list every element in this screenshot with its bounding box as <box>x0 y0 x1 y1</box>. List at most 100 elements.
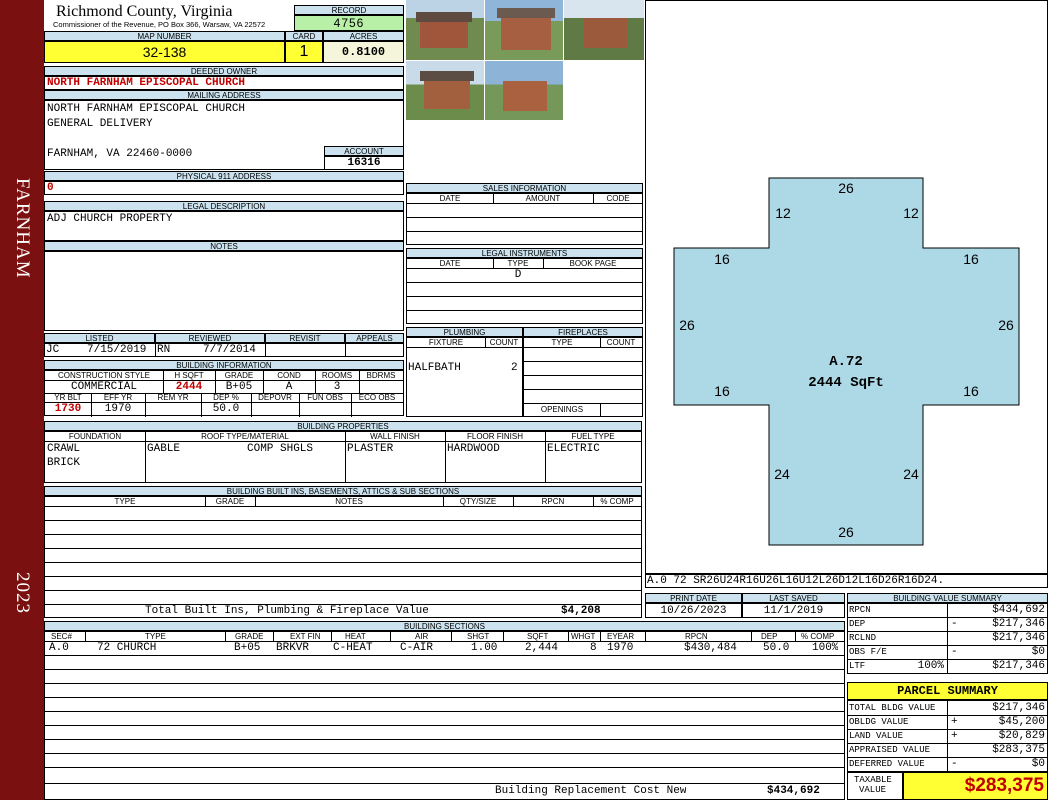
sec-air-header: AIR <box>415 632 429 641</box>
building-sketch: 26 12 12 16 16 26 26 16 16 24 24 26 A.72… <box>645 0 1048 574</box>
construction-style-value: COMMERCIAL <box>70 381 137 393</box>
acres-value: 0.8100 <box>323 41 404 63</box>
ecoobs-header: ECO OBS <box>358 393 396 402</box>
dim-bottom: 26 <box>838 524 854 540</box>
grade-value: B+05 <box>225 381 253 393</box>
builtins-label: BUILDING BUILT INS, BASEMENTS, ATTICS & … <box>44 486 642 496</box>
openings-label: OPENINGS <box>540 405 584 414</box>
taxable-label-1: TAXABLE <box>854 775 892 785</box>
parcel-summary-title: PARCEL SUMMARY <box>847 682 1048 700</box>
church-photo-4 <box>406 61 484 120</box>
builtins-notes-header: NOTES <box>335 497 363 506</box>
cond-header: COND <box>277 371 301 380</box>
sec-sqft-header: SQFT <box>527 632 549 641</box>
legal-description-value: ADJ CHURCH PROPERTY <box>44 211 404 241</box>
sec-shgt-header: SHGT <box>467 632 490 641</box>
builtins-table: TYPE GRADE NOTES QTY/SIZE RPCN % COMP To… <box>44 496 642 618</box>
vs-obs-label: OBS F/E <box>849 647 887 657</box>
mailing-line-4: FARNHAM, VA 22460-0000 <box>47 148 193 160</box>
sketch-sqft-label: 2444 SqFt <box>808 375 884 391</box>
value-summary-label: BUILDING VALUE SUMMARY <box>847 593 1048 603</box>
sec-eyear-header: EYEAR <box>607 632 635 641</box>
roof-material-value: COMP SHGLS <box>247 443 314 455</box>
sales-code-header: CODE <box>606 194 630 203</box>
notes-box <box>44 251 404 331</box>
print-date-label: PRINT DATE <box>645 593 742 603</box>
card-value: 1 <box>285 41 323 63</box>
yrblt-value: 1730 <box>54 403 82 415</box>
account-value: 16316 <box>324 156 404 170</box>
sales-date-header: DATE <box>439 194 461 203</box>
builtins-grade-header: GRADE <box>215 497 245 506</box>
sales-amount-header: AMOUNT <box>525 194 561 203</box>
sec-row-heat: C-HEAT <box>333 642 373 654</box>
sec-row-air: C-AIR <box>400 642 434 654</box>
dim-ul: 12 <box>775 205 791 221</box>
plumbing-table: FIXTURE COUNT HALFBATH 2 <box>406 337 523 417</box>
taxable-label-2: VALUE <box>859 785 887 795</box>
sales-table: DATE AMOUNT CODE <box>406 193 643 245</box>
sec-heat-header: HEAT <box>345 632 366 641</box>
building-properties-table: FOUNDATION ROOF TYPE/MATERIAL WALL FINIS… <box>44 431 642 483</box>
map-number-label: MAP NUMBER <box>44 31 285 41</box>
wall-finish-value: PLASTER <box>347 443 394 455</box>
sketch-drawing: 26 12 12 16 16 26 26 16 16 24 24 26 A.72… <box>673 177 1020 546</box>
foundation-value-2: BRICK <box>47 457 81 469</box>
parcel-summary-table: TOTAL BLDG VALUE $217,346 OBLDG VALUE + … <box>847 700 1048 772</box>
depovr-header: DEPOVR <box>258 393 292 402</box>
ps-deferred-label: DEFERRED VALUE <box>849 759 925 769</box>
construction-style-header: CONSTRUCTION STYLE <box>57 371 150 380</box>
sales-info-label: SALES INFORMATION <box>406 183 643 193</box>
rooms-header: ROOMS <box>321 371 353 380</box>
sec-row-sqft: 2,444 <box>525 642 559 654</box>
foundation-value-1: CRAWL <box>47 443 81 455</box>
fireplaces-label: FIREPLACES <box>523 327 643 337</box>
ps-obldg-label: OBLDG VALUE <box>849 717 909 727</box>
wall-finish-header: WALL FINISH <box>370 432 420 441</box>
sec-type-header: TYPE <box>145 632 166 641</box>
physical-address-value: 0 <box>44 181 404 195</box>
listed-date: 7/15/2019 <box>87 344 147 356</box>
fuel-type-value: ELECTRIC <box>547 443 600 455</box>
rooms-value: 3 <box>333 381 341 393</box>
sec-row-shgt: 1.00 <box>471 642 498 654</box>
vs-ltf-label: LTF <box>849 661 866 671</box>
floor-finish-value: HARDWOOD <box>447 443 500 455</box>
builtins-total-value: $4,208 <box>561 605 601 617</box>
mailing-line-1: NORTH FARNHAM EPISCOPAL CHURCH <box>47 103 246 115</box>
dim-r1: 16 <box>963 251 979 267</box>
sec-row-whgt: 8 <box>590 642 597 654</box>
ps-land-value: $20,829 <box>998 730 1045 742</box>
county-header: Richmond County, Virginia Commissioner o… <box>44 0 294 31</box>
sidebar-district-name: FARNHAM <box>12 178 33 279</box>
reviewed-label: REVIEWED <box>155 333 265 343</box>
sec-dep-header: DEP <box>761 632 778 641</box>
taxable-value: $283,375 <box>903 772 1048 800</box>
cond-value: A <box>285 381 293 393</box>
fuel-type-header: FUEL TYPE <box>571 432 615 441</box>
vs-obs-value: $0 <box>1031 646 1045 658</box>
value-summary-table: RPCN $434,692 DEP - $217,346 RCLND $217,… <box>847 603 1048 674</box>
roof-header: ROOF TYPE/MATERIAL <box>201 432 289 441</box>
last-saved-label: LAST SAVED <box>742 593 845 603</box>
sec-grade-header: GRADE <box>235 632 264 641</box>
fireplace-type-header: TYPE <box>551 338 573 347</box>
building-sections-label: BUILDING SECTIONS <box>44 621 845 631</box>
sec-header: SEC# <box>51 632 72 641</box>
sec-row-extfin: BRKVR <box>276 642 310 654</box>
legal-instruments-table: DATE TYPE BOOK PAGE D <box>406 258 643 324</box>
reviewed-by: RN <box>157 344 171 356</box>
fixture-value: HALFBATH <box>408 362 461 374</box>
card-label: CARD <box>285 31 323 41</box>
sec-row-comp: 100% <box>812 642 839 654</box>
mailing-address-label: MAILING ADDRESS <box>44 90 404 100</box>
sidebar: FARNHAM 2023 <box>0 0 44 800</box>
yrblt-header: YR BLT <box>54 393 82 402</box>
sketch-code: A.0 72 SR26U24R16U26L16U12L26D12L16D26R1… <box>645 574 1048 588</box>
builtins-qty-header: QTY/SIZE <box>459 497 497 506</box>
county-title: Richmond County, Virginia <box>56 3 233 20</box>
building-sections-table: SEC# TYPE GRADE EXT FIN HEAT AIR SHGT SQ… <box>44 631 845 800</box>
sec-row-dep: 50.0 <box>763 642 790 654</box>
appeals-label: APPEALS <box>345 333 404 343</box>
dim-lr: 24 <box>903 466 919 482</box>
